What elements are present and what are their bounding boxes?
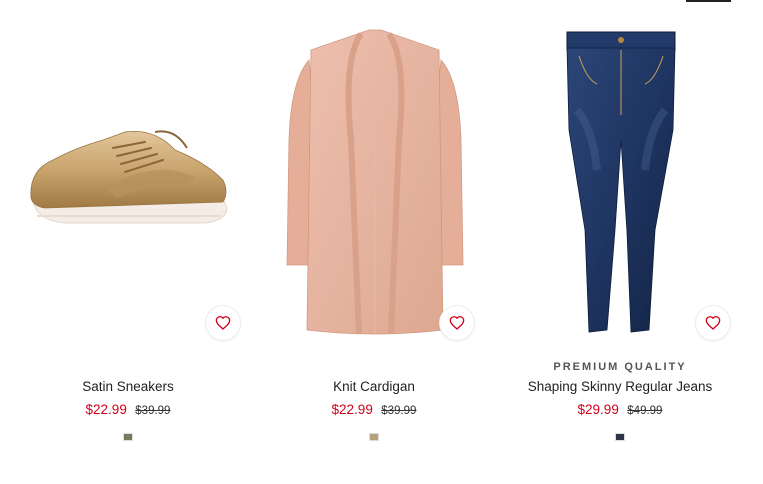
product-name[interactable]: Knit Cardigan: [251, 379, 497, 394]
sale-price: $22.99: [85, 402, 127, 417]
product-grid: Satin Sneakers $22.99 $39.99 Knit Cardig…: [0, 0, 763, 484]
original-price: $39.99: [381, 405, 417, 417]
color-swatch[interactable]: [123, 433, 133, 441]
product-prices: $29.99 $49.99: [497, 401, 743, 419]
sale-price: $22.99: [331, 402, 373, 417]
product-image-shaping-skinny-jeans[interactable]: [497, 20, 743, 350]
heart-outline-icon: [449, 316, 465, 330]
product-card[interactable]: Satin Sneakers $22.99 $39.99: [5, 0, 251, 484]
color-swatch[interactable]: [369, 433, 379, 441]
favorite-button[interactable]: [695, 305, 731, 341]
sale-price: $29.99: [577, 402, 619, 417]
color-swatch[interactable]: [615, 433, 625, 441]
product-card[interactable]: Knit Cardigan $22.99 $39.99: [251, 0, 497, 484]
product-prices: $22.99 $39.99: [251, 401, 497, 419]
original-price: $39.99: [135, 405, 171, 417]
product-image-knit-cardigan[interactable]: [251, 20, 497, 350]
product-name[interactable]: Shaping Skinny Regular Jeans: [497, 379, 743, 394]
heart-outline-icon: [215, 316, 231, 330]
product-prices: $22.99 $39.99: [5, 401, 251, 419]
favorite-button[interactable]: [439, 305, 475, 341]
premium-quality-badge: PREMIUM QUALITY: [553, 361, 687, 373]
product-name[interactable]: Satin Sneakers: [5, 379, 251, 394]
product-card[interactable]: PREMIUM QUALITY Shaping Skinny Regular J…: [497, 0, 743, 484]
product-image-satin-sneakers[interactable]: [5, 20, 251, 350]
heart-outline-icon: [705, 316, 721, 330]
original-price: $49.99: [627, 405, 663, 417]
favorite-button[interactable]: [205, 305, 241, 341]
